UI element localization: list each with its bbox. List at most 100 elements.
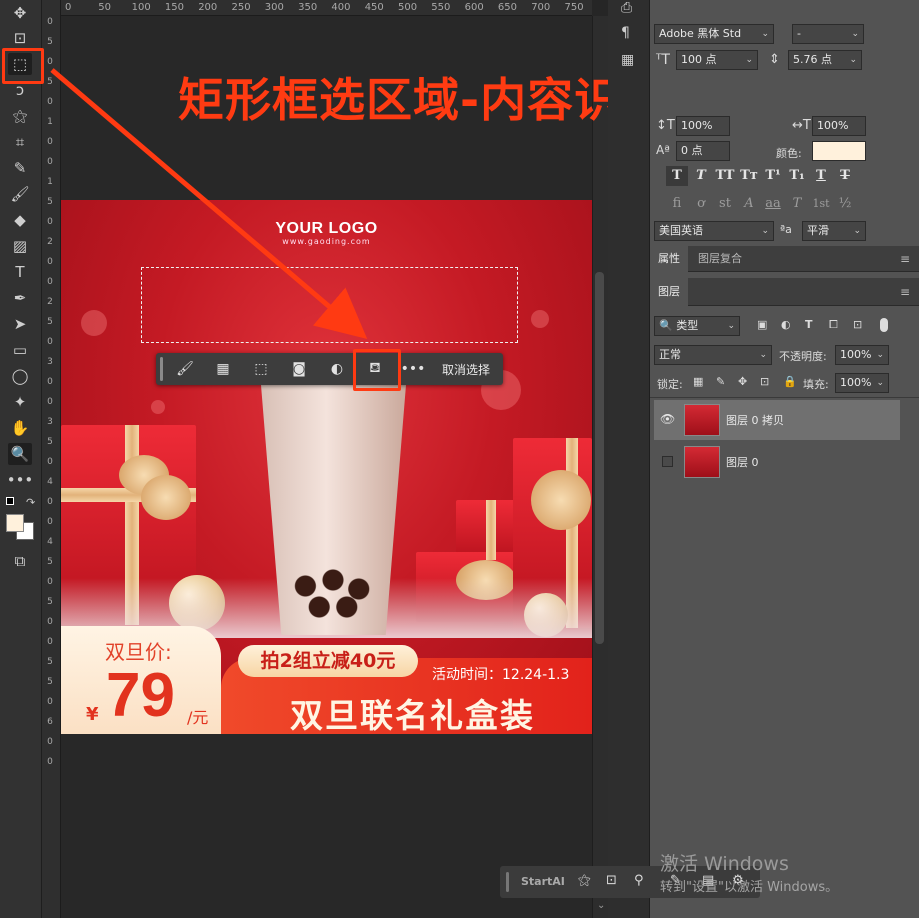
magic-wand-icon[interactable]: ⚝: [578, 873, 591, 888]
font-style-select[interactable]: - ⌄: [792, 24, 864, 44]
filter-adjustment-icon[interactable]: ◐: [781, 318, 791, 331]
horizontal-scale-icon: ↔T: [792, 118, 811, 133]
transform-icon[interactable]: ⬚: [248, 357, 274, 381]
swap-colors-icon[interactable]: ↷: [26, 496, 35, 509]
rectangle-tool-icon[interactable]: ▭: [8, 339, 32, 361]
pen-tool-icon[interactable]: ✒: [8, 287, 32, 309]
scrollbar-thumb[interactable]: [595, 272, 604, 644]
ruler-tick-label: 0: [47, 517, 53, 527]
layer-row[interactable]: 图层 0: [654, 442, 900, 482]
lock-image-icon[interactable]: ✎: [716, 375, 725, 388]
blend-mode-select[interactable]: 正常 ⌄: [654, 345, 772, 365]
drag-handle[interactable]: [506, 872, 509, 892]
ligature-button[interactable]: fi: [666, 194, 688, 214]
vertical-scale-field[interactable]: 100%: [676, 116, 730, 136]
type-tool-icon[interactable]: T: [8, 261, 32, 283]
lock-transparent-icon[interactable]: ▦: [693, 375, 703, 388]
filter-shape-icon[interactable]: ⧠: [829, 318, 838, 332]
brush-tool-icon[interactable]: 🖌: [8, 183, 32, 205]
subscript-button[interactable]: T₁: [786, 166, 808, 186]
zoom-tool-icon[interactable]: 🔍: [8, 443, 32, 465]
stylistic-alternates-button[interactable]: aa: [762, 194, 784, 214]
eye-icon[interactable]: 👁: [660, 412, 675, 426]
gradient-tool-icon[interactable]: ▨: [8, 235, 32, 257]
tab-properties[interactable]: 属性: [650, 246, 688, 272]
move-tool-icon[interactable]: ✥: [8, 2, 32, 24]
visibility-toggle[interactable]: [662, 456, 673, 467]
filter-type-icon[interactable]: T: [805, 318, 813, 331]
default-colors-icon[interactable]: [6, 497, 14, 505]
layer-name: 图层 0 拷贝: [726, 414, 784, 427]
ordinals-button[interactable]: 1st: [810, 194, 832, 214]
adjustment-icon[interactable]: ◐: [324, 357, 350, 381]
screen-mode-icon[interactable]: ⧉: [8, 550, 32, 572]
leading-field[interactable]: 5.76 点 ⌄: [788, 50, 862, 70]
crop-tool-icon[interactable]: ⌗: [8, 131, 32, 153]
crop-ai-icon[interactable]: ⊡: [606, 873, 617, 888]
tab-layer-comps[interactable]: 图层复合: [690, 246, 750, 272]
eraser-tool-icon[interactable]: ◆: [8, 209, 32, 231]
fractions-button[interactable]: ½: [834, 194, 856, 214]
startai-label[interactable]: StartAI: [521, 875, 565, 888]
lock-position-icon[interactable]: ✥: [738, 375, 747, 388]
faux-italic-button[interactable]: T: [690, 166, 712, 186]
ruler-tick-label: 200: [198, 2, 218, 13]
antialias-select[interactable]: 平滑 ⌄: [802, 221, 866, 241]
lock-label: 锁定:: [657, 378, 683, 391]
artboard-tool-icon[interactable]: ⊡: [8, 27, 32, 49]
underline-button[interactable]: T: [810, 166, 832, 186]
filter-smart-object-icon[interactable]: ⊡: [853, 318, 862, 331]
horizontal-scale-field[interactable]: 100%: [812, 116, 866, 136]
activation-watermark-text: 转到"设置"以激活 Windows。: [660, 880, 839, 895]
layer-row[interactable]: 👁 图层 0 拷贝: [654, 400, 900, 440]
font-size-field[interactable]: 100 点 ⌄: [676, 50, 758, 70]
lock-all-icon[interactable]: 🔒: [783, 375, 797, 388]
all-caps-button[interactable]: TT: [714, 166, 736, 186]
more-icon[interactable]: •••: [400, 357, 426, 381]
text-color-swatch[interactable]: [812, 141, 866, 161]
opacity-field[interactable]: 100% ⌄: [835, 345, 889, 365]
font-family-select[interactable]: Adobe 黑体 Std ⌄: [654, 24, 774, 44]
scroll-down-arrow-icon[interactable]: ⌄: [597, 900, 605, 911]
filter-pixel-icon[interactable]: ▣: [757, 318, 767, 331]
magic-wand-tool-icon[interactable]: ⚝: [8, 105, 32, 127]
leading-icon: ⇕: [769, 52, 780, 67]
more-tools-icon[interactable]: •••: [7, 469, 34, 491]
ruler-tick-label: 100: [131, 2, 151, 13]
baseline-shift-field[interactable]: 0 点: [676, 141, 730, 161]
character-panel-icon[interactable]: ⎙: [621, 0, 632, 16]
discretionary-ligature-button[interactable]: st: [714, 194, 736, 214]
layer-mask-icon[interactable]: ◙: [286, 357, 312, 381]
brush-icon[interactable]: 🖌: [172, 357, 198, 381]
language-select[interactable]: 美国英语 ⌄: [654, 221, 774, 241]
strikethrough-button[interactable]: T: [834, 166, 856, 186]
hand-tool-icon[interactable]: ✋: [8, 417, 32, 439]
ruler-tick-label: 0: [47, 457, 53, 467]
fill-field[interactable]: 100% ⌄: [835, 373, 889, 393]
lock-artboard-icon[interactable]: ⊡: [760, 375, 769, 388]
tab-layers[interactable]: 图层: [650, 278, 688, 306]
small-caps-button[interactable]: Tт: [738, 166, 760, 186]
path-selection-tool-icon[interactable]: ➤: [8, 313, 32, 335]
faux-bold-button[interactable]: T: [666, 166, 688, 186]
pin-icon[interactable]: ⚲: [634, 873, 644, 888]
layer-filter-select[interactable]: 🔍 类型 ⌄: [654, 316, 740, 336]
ruler-tick-label: 0: [47, 617, 53, 627]
eyedropper-tool-icon[interactable]: ✎: [8, 157, 32, 179]
panel-menu-icon[interactable]: ≡: [900, 252, 910, 266]
swash-button[interactable]: A: [738, 194, 760, 214]
deselect-button[interactable]: 取消选择: [442, 361, 490, 378]
filter-toggle[interactable]: [880, 318, 888, 332]
layers-panel-menu-icon[interactable]: ≡: [900, 285, 910, 299]
paragraph-panel-icon[interactable]: ¶: [621, 25, 630, 41]
marquee-tool-highlight: [2, 48, 44, 84]
ellipse-tool-icon[interactable]: ◯: [8, 365, 32, 387]
superscript-button[interactable]: T¹: [762, 166, 784, 186]
grid-panel-icon[interactable]: ▦: [621, 52, 634, 68]
mask-icon[interactable]: ▦: [210, 357, 236, 381]
custom-shape-tool-icon[interactable]: ✦: [8, 391, 32, 413]
drag-handle[interactable]: [160, 357, 163, 381]
titling-alternates-button[interactable]: T: [786, 194, 808, 214]
foreground-color-swatch[interactable]: [6, 514, 24, 532]
old-style-button[interactable]: ơ: [690, 194, 712, 214]
